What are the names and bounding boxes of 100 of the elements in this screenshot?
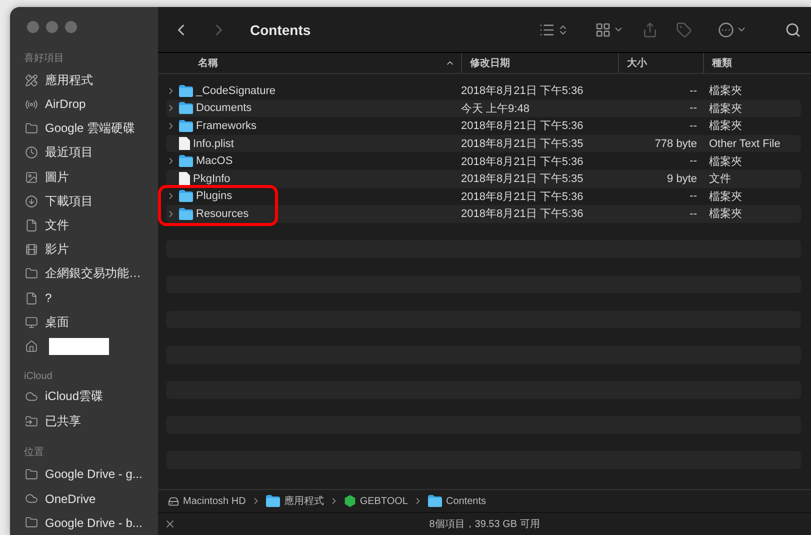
apps-icon (25, 74, 38, 87)
file-kind: 檔案夾 (708, 118, 743, 134)
film-icon (25, 243, 38, 256)
window-title: Contents (250, 22, 312, 38)
folder-icon (179, 155, 193, 168)
sidebar-item[interactable]: 文件 (10, 213, 158, 238)
column-header[interactable]: 大小 (618, 53, 703, 73)
sidebar-item[interactable]: 已共享 (10, 409, 158, 434)
file-kind: 檔案夾 (708, 154, 743, 169)
shared-folder-icon (25, 414, 38, 428)
modified-date: 2018年8月21日 下午5:35 (461, 172, 584, 186)
folder-icon (266, 495, 280, 507)
file-kind: 檔案夾 (708, 84, 743, 98)
file-name: PkgInfo (193, 172, 230, 185)
folder-icon (179, 102, 193, 114)
list-view-button[interactable] (539, 22, 569, 38)
file-name: _CodeSignature (196, 84, 276, 97)
file-size: -- (690, 102, 698, 114)
file-icon (179, 172, 190, 186)
group-button[interactable] (595, 22, 624, 38)
sidebar-heading: 位置 (23, 446, 45, 460)
file-size: -- (690, 190, 698, 202)
file-row[interactable]: PkgInfo 2018年8月21日 下午5:35 9 byte 文件 (166, 170, 801, 188)
column-header[interactable]: 種類 (703, 53, 811, 73)
picture-icon (25, 170, 38, 184)
folder-icon (25, 468, 38, 481)
folder-icon (428, 495, 442, 507)
sidebar-item[interactable]: iCloud雲碟 (10, 384, 158, 410)
sidebar-item[interactable]: Google Drive - g... (10, 462, 158, 487)
sidebar-item[interactable]: 下載項目 (10, 189, 158, 214)
modified-date: 2018年8月21日 下午5:36 (461, 190, 584, 204)
sidebar-item[interactable]: 應用程式 (10, 68, 158, 92)
sidebar-item[interactable]: 圖片 (10, 164, 158, 190)
modified-date: 2018年8月21日 下午5:36 (461, 119, 584, 134)
modified-date: 2018年8月21日 下午5:35 (461, 137, 584, 152)
sidebar-item[interactable]: Google 雲端硬碟 (10, 116, 158, 141)
sidebar-item[interactable]: Google Drive - b... (10, 510, 158, 535)
up-down-caret-icon (557, 24, 569, 36)
file-size: 778 byte (654, 138, 698, 150)
column-header[interactable]: 修改日期 (461, 53, 618, 73)
clock-icon (25, 146, 38, 160)
status-text: 8個項目，39.53 GB 可用 (429, 518, 540, 531)
file-row[interactable]: Resources 2018年8月21日 下午5:36 -- 檔案夾 (166, 205, 801, 223)
more-button[interactable] (718, 22, 747, 38)
sidebar-item[interactable]: 最近項目 (10, 140, 158, 165)
folder-icon (25, 516, 38, 530)
folder-icon (25, 122, 38, 136)
modified-date: 今天 上午9:48 (461, 102, 530, 116)
sidebar-heading: iCloud (23, 370, 54, 384)
sidebar-item[interactable]: OneDrive (10, 486, 158, 511)
file-kind: 文件 (708, 172, 732, 186)
column-header[interactable]: 名稱 (158, 53, 461, 73)
file-kind: 檔案夾 (708, 190, 743, 204)
file-kind: Other Text File (708, 138, 782, 150)
folder-icon (179, 190, 193, 202)
file-row[interactable]: Frameworks 2018年8月21日 下午5:36 -- 檔案夾 (166, 117, 801, 135)
file-row[interactable]: _CodeSignature 2018年8月21日 下午5:36 -- 檔案夾 (166, 82, 801, 100)
path-item[interactable]: Macintosh HD (168, 496, 246, 506)
file-row[interactable]: Documents 今天 上午9:48 -- 檔案夾 (166, 100, 801, 118)
path-item[interactable]: GEBTOOL (344, 495, 408, 507)
file-row[interactable]: Info.plist 2018年8月21日 下午5:35 778 byte Other Text File (166, 134, 801, 152)
sidebar-item[interactable]: ? (10, 286, 158, 310)
file-name: Frameworks (196, 120, 257, 132)
file-row[interactable]: MacOS 2018年8月21日 下午5:36 -- 檔案夾 (166, 152, 801, 170)
airdrop-icon (25, 98, 38, 111)
file-size: 9 byte (667, 172, 698, 185)
more-icon (718, 22, 734, 38)
file-name: Resources (196, 208, 249, 220)
folder-icon (179, 208, 193, 220)
file-name: MacOS (196, 155, 233, 168)
modified-date: 2018年8月21日 下午5:36 (461, 84, 584, 98)
grid-icon (595, 22, 611, 38)
cloud-icon (25, 390, 38, 404)
file-name: Plugins (196, 190, 232, 202)
modified-date: 2018年8月21日 下午5:36 (461, 154, 584, 169)
close-icon[interactable] (164, 518, 176, 530)
file-kind: 檔案夾 (708, 206, 743, 222)
sidebar-item[interactable]: 影片 (10, 238, 158, 262)
file-size: -- (690, 155, 698, 168)
sidebar-item[interactable]: 桌面 (10, 310, 158, 335)
file-size: -- (690, 120, 698, 132)
file-size: -- (690, 84, 698, 97)
modified-date: 2018年8月21日 下午5:36 (461, 207, 584, 222)
desktop-icon (25, 316, 38, 329)
document-icon (25, 292, 38, 305)
app-icon (344, 495, 356, 507)
document-icon (25, 219, 38, 232)
sidebar-heading: 喜好項目 (23, 52, 65, 66)
file-name: Info.plist (193, 138, 234, 150)
file-row[interactable]: Plugins 2018年8月21日 下午5:36 -- 檔案夾 (166, 188, 801, 206)
file-icon (179, 137, 190, 150)
home-icon (25, 340, 38, 354)
search-icon[interactable] (785, 22, 801, 38)
sidebar-item[interactable]: 企網銀交易功能… (10, 262, 158, 286)
file-name: Documents (196, 102, 252, 114)
path-item[interactable]: Contents (428, 495, 486, 507)
folder-icon (25, 267, 38, 280)
folder-icon (179, 120, 193, 132)
path-item[interactable]: 應用程式 (266, 494, 324, 508)
sidebar-item[interactable]: AirDrop (10, 92, 158, 116)
